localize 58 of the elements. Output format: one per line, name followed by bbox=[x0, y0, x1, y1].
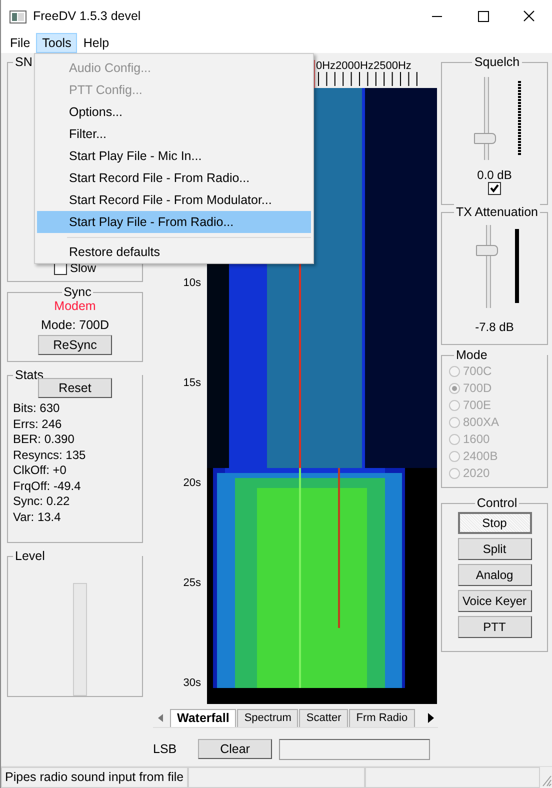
menu-item[interactable]: Restore defaults bbox=[37, 241, 311, 263]
time-label: 10s bbox=[182, 276, 201, 290]
control-button[interactable]: Stop bbox=[458, 512, 532, 534]
control-button[interactable]: PTT bbox=[458, 616, 532, 638]
control-button[interactable]: Split bbox=[458, 538, 532, 560]
menu-item[interactable]: Filter... bbox=[37, 123, 311, 145]
menu-item[interactable]: Start Record File - From Radio... bbox=[37, 167, 311, 189]
menu-item[interactable]: Tools bbox=[36, 33, 78, 53]
tab[interactable]: Waterfall bbox=[170, 709, 236, 727]
squelch-reading: 0.0 dB bbox=[477, 169, 512, 182]
group-title: Squelch bbox=[472, 54, 522, 70]
radio-label: 1600 bbox=[463, 431, 490, 448]
attenuation-reading: -7.8 dB bbox=[475, 319, 514, 336]
group-title: Sync bbox=[62, 284, 94, 300]
control-button[interactable]: Voice Keyer bbox=[458, 590, 532, 612]
tab[interactable]: Frm Radio bbox=[349, 709, 415, 727]
stat-line: Errs: 246 bbox=[12, 416, 63, 432]
menu-item[interactable]: File bbox=[4, 33, 36, 53]
app-icon bbox=[9, 8, 27, 24]
menu-item[interactable]: Start Record File - From Modulator... bbox=[37, 189, 311, 211]
sideband-label: LSB bbox=[153, 740, 178, 758]
status-text: Pipes radio sound input from file bbox=[1, 767, 188, 788]
text-field[interactable] bbox=[279, 738, 430, 760]
menu-item[interactable]: Start Play File - From Radio... bbox=[37, 211, 311, 233]
slider-thumb[interactable] bbox=[474, 133, 496, 144]
time-label: 15s bbox=[182, 376, 201, 390]
checkbox[interactable] bbox=[488, 182, 501, 195]
stat-line: ClkOff: +0 bbox=[12, 463, 68, 478]
sync-mode: Mode: 700D bbox=[40, 316, 110, 334]
stat-line: FrqOff: -49.4 bbox=[12, 478, 82, 494]
stat-line: Var: 13.4 bbox=[12, 510, 62, 525]
control-button[interactable]: Analog bbox=[458, 564, 532, 586]
resync-button[interactable]: ReSync bbox=[38, 334, 112, 354]
slider-thumb[interactable] bbox=[476, 245, 498, 256]
menu-item[interactable]: Help bbox=[77, 33, 116, 53]
radio-label: 700C bbox=[463, 363, 492, 380]
tab[interactable]: Spectrum bbox=[237, 709, 298, 727]
stat-line: BER: 0.390 bbox=[12, 432, 76, 448]
sync-status: Modem bbox=[54, 299, 96, 315]
reset-button[interactable]: Reset bbox=[38, 378, 112, 398]
radio-label: 700E bbox=[463, 397, 492, 414]
frequency-labels: 0Hz2000Hz2500Hz bbox=[316, 60, 412, 72]
time-label: 20s bbox=[182, 476, 201, 490]
radio-label: 700D bbox=[463, 380, 492, 397]
tab[interactable]: Scatter bbox=[299, 709, 348, 727]
radio-label: 2020 bbox=[463, 465, 490, 482]
stat-line: Resyncs: 135 bbox=[12, 448, 87, 463]
time-label: 30s bbox=[182, 676, 201, 690]
menu-item[interactable]: Options... bbox=[37, 101, 311, 123]
radio-label: 2400B bbox=[463, 448, 498, 465]
checkbox-label: Slow bbox=[70, 260, 96, 277]
stat-line: Sync: 0.22 bbox=[12, 494, 71, 510]
menu-item[interactable]: Start Play File - Mic In... bbox=[37, 145, 311, 167]
radio-label: 800XA bbox=[463, 414, 500, 431]
clear-button[interactable]: Clear bbox=[198, 739, 272, 759]
stat-line: Bits: 630 bbox=[12, 401, 61, 416]
window-title: FreeDV 1.5.3 devel bbox=[33, 8, 141, 26]
time-label: 25s bbox=[182, 576, 201, 590]
